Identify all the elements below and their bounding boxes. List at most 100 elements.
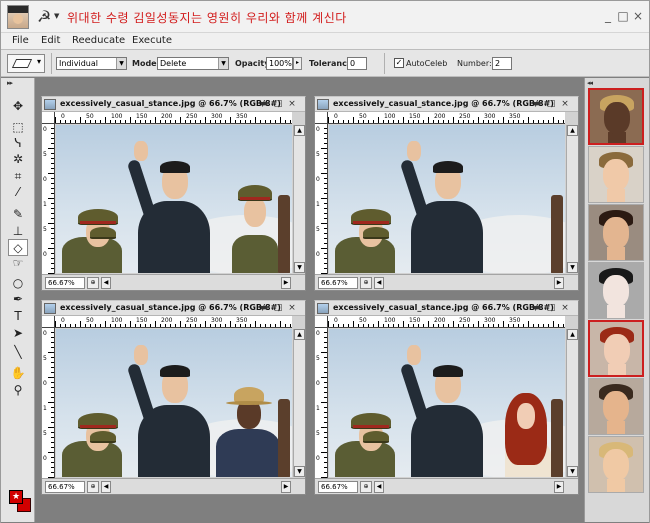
celebrity-thumbnail-dark-haired-woman[interactable] bbox=[588, 204, 644, 261]
vertical-ruler[interactable]: 0 5 0 1 5 0 bbox=[315, 328, 328, 478]
menu-edit[interactable]: Edit bbox=[41, 35, 60, 46]
celebrity-thumbnail-young-singer[interactable] bbox=[588, 146, 644, 203]
line-tool-icon[interactable]: ╲ bbox=[8, 344, 28, 361]
doc-maximize-button[interactable]: □ bbox=[273, 302, 283, 314]
celebrity-thumbnail-blonde-woman[interactable] bbox=[588, 436, 644, 493]
image-canvas[interactable] bbox=[329, 329, 565, 477]
pen-tool-icon[interactable]: ✒ bbox=[8, 291, 28, 308]
vertical-ruler[interactable]: 0 5 0 1 5 0 bbox=[42, 124, 55, 274]
vertical-scrollbar[interactable]: ▲ ▼ bbox=[566, 329, 578, 477]
scroll-left-arrow-icon[interactable]: ◀ bbox=[101, 481, 111, 493]
doc-close-button[interactable]: × bbox=[287, 302, 297, 314]
doc-minimize-button[interactable]: ▬ bbox=[259, 302, 269, 314]
document-window[interactable]: excessively_casual_stance.jpg @ 66.7% (R… bbox=[41, 300, 306, 495]
eraser-tool-icon[interactable]: ◇ bbox=[8, 239, 28, 256]
vertical-ruler[interactable]: 0 5 0 1 5 0 bbox=[315, 124, 328, 274]
scroll-up-arrow-icon[interactable]: ▲ bbox=[294, 329, 305, 340]
opacity-flyout-arrow[interactable]: ▸ bbox=[293, 57, 302, 70]
scroll-down-arrow-icon[interactable]: ▼ bbox=[567, 466, 578, 477]
scroll-left-arrow-icon[interactable]: ◀ bbox=[374, 277, 384, 289]
move-tool-icon[interactable]: ✥ bbox=[8, 98, 28, 115]
doc-minimize-button[interactable]: ▬ bbox=[532, 302, 542, 314]
document-info-icon[interactable]: ⊕ bbox=[360, 481, 372, 493]
maximize-button[interactable]: □ bbox=[616, 9, 630, 23]
horizontal-ruler[interactable]: 0 50 100 150 200 250 300 350 bbox=[55, 112, 292, 124]
scroll-up-arrow-icon[interactable]: ▲ bbox=[294, 125, 305, 136]
tool-preset-picker[interactable]: ▾ bbox=[7, 54, 45, 73]
stamp-tool-icon[interactable]: ⊥ bbox=[8, 223, 28, 240]
image-canvas[interactable] bbox=[56, 125, 292, 273]
doc-maximize-button[interactable]: □ bbox=[546, 302, 556, 314]
autoceleb-checkbox[interactable]: ✓ bbox=[394, 58, 404, 68]
scroll-down-arrow-icon[interactable]: ▼ bbox=[294, 466, 305, 477]
mode-select[interactable]: Delete ▼ bbox=[157, 57, 229, 70]
close-button[interactable]: × bbox=[631, 9, 645, 23]
celebrity-thumbnail-smiling-actor[interactable] bbox=[588, 378, 644, 435]
vertical-scrollbar[interactable]: ▲ ▼ bbox=[293, 329, 305, 477]
type-tool-icon[interactable]: T bbox=[8, 308, 28, 325]
celebrity-thumbnail-straw-hat-man[interactable] bbox=[588, 88, 644, 145]
panel-grip-icon[interactable]: ▸▸ bbox=[7, 79, 13, 87]
crop-tool-icon[interactable]: ⌗ bbox=[8, 168, 28, 185]
scroll-down-arrow-icon[interactable]: ▼ bbox=[567, 262, 578, 273]
scroll-up-arrow-icon[interactable]: ▲ bbox=[567, 125, 578, 136]
vertical-scrollbar[interactable]: ▲ ▼ bbox=[566, 125, 578, 273]
menu-reeducate[interactable]: Reeducate bbox=[72, 35, 125, 46]
document-title-bar[interactable]: excessively_casual_stance.jpg @ 66.7% (R… bbox=[315, 97, 578, 112]
horizontal-ruler[interactable]: 0 50 100 150 200 250 300 350 bbox=[328, 112, 565, 124]
document-window[interactable]: excessively_casual_stance.jpg @ 66.7% (R… bbox=[314, 96, 579, 291]
chevron-down-icon[interactable]: ▼ bbox=[54, 12, 59, 20]
zoom-field[interactable]: 66.67% bbox=[318, 277, 358, 289]
document-window[interactable]: excessively_casual_stance.jpg @ 66.7% (R… bbox=[41, 96, 306, 291]
color-swatches[interactable]: ★ bbox=[7, 488, 33, 514]
horizontal-ruler[interactable]: 0 50 100 150 200 250 300 350 bbox=[328, 316, 565, 328]
hammer-sickle-icon[interactable]: ☭ bbox=[37, 9, 51, 25]
zoom-tool-icon[interactable]: ⚲ bbox=[8, 382, 28, 399]
zoom-field[interactable]: 66.67% bbox=[318, 481, 358, 493]
scroll-right-arrow-icon[interactable]: ▶ bbox=[554, 481, 564, 493]
document-info-icon[interactable]: ⊕ bbox=[360, 277, 372, 289]
dodge-tool-icon[interactable]: ○ bbox=[8, 275, 28, 292]
doc-minimize-button[interactable]: ▬ bbox=[532, 98, 542, 110]
scroll-right-arrow-icon[interactable]: ▶ bbox=[281, 277, 291, 289]
doc-close-button[interactable]: × bbox=[560, 98, 570, 110]
zoom-field[interactable]: 66.67% bbox=[45, 481, 85, 493]
opacity-field[interactable]: 100% bbox=[266, 57, 293, 70]
panel-grip-icon[interactable]: ◂◂ bbox=[587, 79, 593, 87]
doc-maximize-button[interactable]: □ bbox=[546, 98, 556, 110]
hand-tool-icon[interactable]: ✋ bbox=[8, 365, 28, 382]
scroll-left-arrow-icon[interactable]: ◀ bbox=[101, 277, 111, 289]
document-info-icon[interactable]: ⊕ bbox=[87, 481, 99, 493]
magic-wand-tool-icon[interactable]: ✲ bbox=[8, 151, 28, 168]
scroll-up-arrow-icon[interactable]: ▲ bbox=[567, 329, 578, 340]
scroll-right-arrow-icon[interactable]: ▶ bbox=[281, 481, 291, 493]
document-info-icon[interactable]: ⊕ bbox=[87, 277, 99, 289]
celebrity-thumbnail-red-haired-actress[interactable] bbox=[588, 320, 644, 377]
celebrity-thumbnail-pale-pop-star[interactable] bbox=[588, 262, 644, 319]
selection-tool-icon[interactable]: ➤ bbox=[8, 325, 28, 342]
brush-tool-icon[interactable]: ✎ bbox=[8, 206, 28, 223]
scroll-left-arrow-icon[interactable]: ◀ bbox=[374, 481, 384, 493]
doc-close-button[interactable]: × bbox=[560, 302, 570, 314]
document-window[interactable]: excessively_casual_stance.jpg @ 66.7% (R… bbox=[314, 300, 579, 495]
minimize-button[interactable]: _ bbox=[601, 9, 615, 23]
menu-file[interactable]: File bbox=[12, 35, 29, 46]
doc-minimize-button[interactable]: ▬ bbox=[259, 98, 269, 110]
image-canvas[interactable] bbox=[329, 125, 565, 273]
document-title-bar[interactable]: excessively_casual_stance.jpg @ 66.7% (R… bbox=[42, 97, 305, 112]
marquee-tool-icon[interactable]: ⬚ bbox=[8, 119, 28, 136]
document-title-bar[interactable]: excessively_casual_stance.jpg @ 66.7% (R… bbox=[42, 301, 305, 316]
number-field[interactable]: 2 bbox=[492, 57, 512, 70]
horizontal-ruler[interactable]: 0 50 100 150 200 250 300 350 bbox=[55, 316, 292, 328]
zoom-field[interactable]: 66.67% bbox=[45, 277, 85, 289]
smudge-tool-icon[interactable]: ☞ bbox=[8, 255, 28, 272]
doc-maximize-button[interactable]: □ bbox=[273, 98, 283, 110]
menu-execute[interactable]: Execute bbox=[132, 35, 172, 46]
image-canvas[interactable] bbox=[56, 329, 292, 477]
preset-select[interactable]: Individual ▼ bbox=[56, 57, 127, 70]
scroll-right-arrow-icon[interactable]: ▶ bbox=[554, 277, 564, 289]
vertical-scrollbar[interactable]: ▲ ▼ bbox=[293, 125, 305, 273]
scroll-down-arrow-icon[interactable]: ▼ bbox=[294, 262, 305, 273]
vertical-ruler[interactable]: 0 5 0 1 5 0 bbox=[42, 328, 55, 478]
document-title-bar[interactable]: excessively_casual_stance.jpg @ 66.7% (R… bbox=[315, 301, 578, 316]
